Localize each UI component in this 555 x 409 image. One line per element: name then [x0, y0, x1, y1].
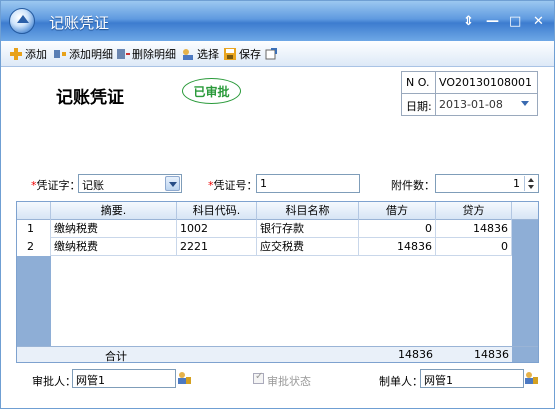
title-bar: 记账凭证 ⇕ — □ ✕ [1, 1, 554, 41]
voucher-window: 记账凭证 ⇕ — □ ✕ 添加 添加明细 删除明细 选择 保存 记账凭证 已审批… [0, 0, 555, 409]
cell-debit[interactable]: 0 [359, 220, 436, 238]
add-button[interactable]: 添加 [9, 46, 47, 62]
restore-icon[interactable]: ⇕ [463, 14, 474, 29]
total-credit: 14836 [474, 348, 509, 361]
toolbar: 添加 添加明细 删除明细 选择 保存 [1, 41, 554, 67]
close-button[interactable]: ✕ [533, 14, 544, 29]
no-label: N O. [406, 76, 430, 89]
grid-header: 摘要. 科目代码. 科目名称 借方 贷方 [17, 202, 538, 220]
cell-account-code[interactable]: 1002 [177, 220, 257, 238]
cell-credit[interactable]: 14836 [436, 220, 512, 238]
date-dropdown-icon[interactable] [521, 101, 529, 106]
approval-status-checkbox[interactable] [253, 371, 264, 384]
select-label: 选择 [197, 48, 219, 61]
save-label: 保存 [239, 48, 261, 61]
col-account-name[interactable]: 科目名称 [257, 202, 359, 220]
col-summary[interactable]: 摘要. [51, 202, 177, 220]
total-label: 合计 [105, 350, 127, 363]
date-value: 2013-01-08 [439, 98, 503, 111]
row-number: 2 [17, 238, 51, 256]
approver-field[interactable]: 网管1 [72, 369, 176, 388]
grid-total-row: 合计 14836 14836 [17, 346, 538, 363]
voucher-type-label: *凭证字： [31, 179, 81, 192]
save-icon [224, 48, 236, 60]
detail-grid: 摘要. 科目代码. 科目名称 借方 贷方 1 缴纳税费 1002 银行存款 0 … [16, 201, 539, 363]
no-row: N O. VO20130108001 [402, 72, 537, 94]
select-button[interactable]: 选择 [181, 46, 219, 62]
voucher-body: 记账凭证 已审批 N O. VO20130108001 日期: 2013-01-… [1, 67, 554, 408]
voucher-number-label: *凭证号： [208, 179, 258, 192]
window-title: 记账凭证 [49, 14, 110, 32]
plus-icon [10, 48, 22, 60]
add-label: 添加 [25, 48, 47, 61]
lookup-user-icon[interactable] [177, 370, 192, 385]
approved-stamp: 已审批 [182, 78, 241, 104]
refresh-icon [265, 48, 277, 60]
lookup-maker-icon[interactable] [524, 370, 539, 385]
approval-status-label: 审批状态 [267, 375, 311, 388]
delete-detail-button[interactable]: 删除明细 [116, 46, 176, 62]
spin-buttons-icon[interactable] [524, 176, 537, 191]
grid-right-panel [512, 202, 538, 362]
voucher-title: 记账凭证 [56, 88, 124, 108]
minimize-button[interactable]: — [486, 14, 499, 29]
add-row-icon [54, 50, 66, 58]
cell-debit[interactable]: 14836 [359, 238, 436, 256]
cell-account-name[interactable]: 应交税费 [257, 238, 359, 256]
chevron-down-icon[interactable] [165, 176, 180, 191]
table-row[interactable]: 1 缴纳税费 1002 银行存款 0 14836 [17, 220, 512, 238]
no-value: VO20130108001 [439, 76, 532, 89]
voucher-number-box: N O. VO20130108001 日期: 2013-01-08 [401, 71, 538, 116]
col-credit[interactable]: 贷方 [436, 202, 512, 220]
maker-label: 制单人： [379, 375, 423, 388]
delete-row-icon [117, 49, 130, 59]
cell-summary[interactable]: 缴纳税费 [51, 220, 177, 238]
voucher-number-input[interactable]: 1 [256, 174, 360, 193]
table-row[interactable]: 2 缴纳税费 2221 应交税费 14836 0 [17, 238, 512, 256]
cell-credit[interactable]: 0 [436, 238, 512, 256]
app-logo-icon [9, 8, 35, 34]
col-account-code[interactable]: 科目代码. [177, 202, 257, 220]
cell-summary[interactable]: 缴纳税费 [51, 238, 177, 256]
date-row[interactable]: 日期: 2013-01-08 [402, 94, 537, 116]
total-debit: 14836 [398, 348, 433, 361]
save-button[interactable]: 保存 [223, 46, 261, 62]
select-icon [183, 49, 193, 60]
date-label: 日期: [406, 100, 432, 113]
attachment-count-label: 附件数： [391, 179, 435, 192]
voucher-type-select[interactable]: 记账 [78, 174, 182, 193]
cell-account-code[interactable]: 2221 [177, 238, 257, 256]
row-number: 1 [17, 220, 51, 238]
add-detail-label: 添加明细 [69, 48, 113, 61]
maker-field[interactable]: 网管1 [420, 369, 524, 388]
cell-account-name[interactable]: 银行存款 [257, 220, 359, 238]
approver-label: 审批人： [32, 375, 76, 388]
delete-detail-label: 删除明细 [132, 48, 176, 61]
add-detail-button[interactable]: 添加明细 [53, 46, 113, 62]
refresh-button[interactable] [264, 46, 280, 62]
attachment-count-stepper[interactable]: 1 [435, 174, 539, 193]
col-debit[interactable]: 借方 [359, 202, 436, 220]
maximize-button[interactable]: □ [509, 14, 521, 29]
